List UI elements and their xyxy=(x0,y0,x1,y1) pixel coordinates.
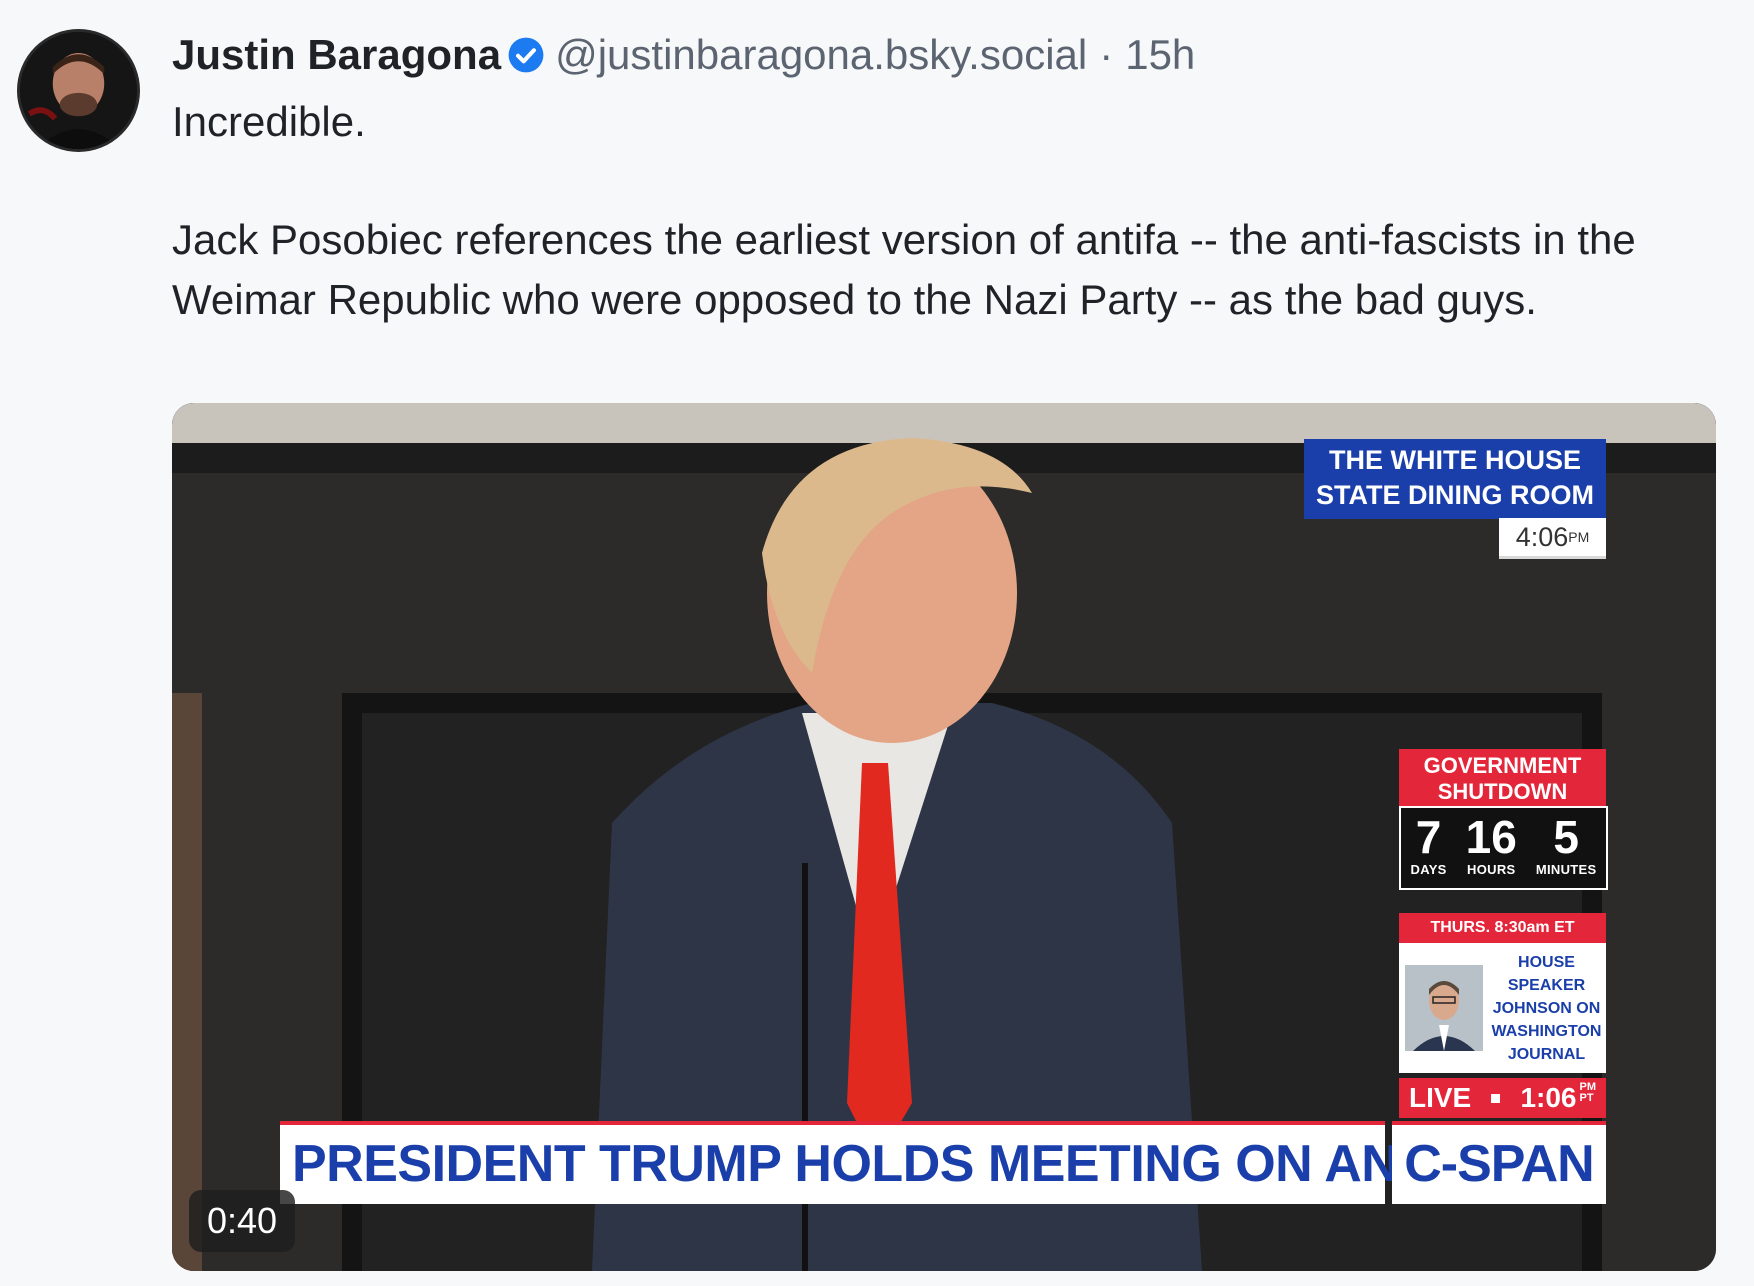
location-line2: STATE DINING ROOM xyxy=(1316,480,1594,510)
schedule-time: THURS. 8:30am ET xyxy=(1399,913,1606,943)
clock-time: 4:06 xyxy=(1515,522,1569,552)
author-name[interactable]: Justin Baragona xyxy=(172,31,501,79)
countdown-days: 7 DAYS xyxy=(1411,808,1447,878)
schedule-card: HOUSE SPEAKER JOHNSON ON WASHINGTON JOUR… xyxy=(1399,943,1606,1073)
minutes-value: 5 xyxy=(1553,811,1579,863)
live-label: LIVE xyxy=(1409,1082,1472,1113)
live-time-group: 1:06 PM PT xyxy=(1520,1082,1596,1114)
countdown-hours: 16 HOURS xyxy=(1466,808,1517,878)
location-banner: THE WHITE HOUSE STATE DINING ROOM xyxy=(1304,439,1606,519)
guest-photo xyxy=(1405,965,1483,1051)
post-text-line2: Jack Posobiec references the earliest ve… xyxy=(172,216,1636,323)
author-avatar[interactable] xyxy=(17,29,140,152)
post-text-line1: Incredible. xyxy=(172,98,366,145)
days-label: DAYS xyxy=(1410,862,1447,877)
live-dot-icon xyxy=(1491,1093,1501,1103)
location-line1: THE WHITE HOUSE xyxy=(1328,445,1581,475)
post-header: Justin Baragona @justinbaragona.bsky.soc… xyxy=(172,31,1195,79)
countdown-minutes: 5 MINUTES xyxy=(1536,808,1597,878)
live-indicator: LIVE 1:06 PM PT xyxy=(1399,1078,1606,1118)
video-player[interactable]: THE WHITE HOUSE STATE DINING ROOM 4:06PM… xyxy=(172,403,1716,1271)
schedule-line4: WASHINGTON xyxy=(1491,1022,1602,1040)
clock-suffix: PM xyxy=(1568,529,1590,545)
shutdown-countdown: 7 DAYS 16 HOURS 5 MINUTES xyxy=(1399,806,1608,890)
minutes-label: MINUTES xyxy=(1535,862,1597,877)
schedule-line3: JOHNSON ON xyxy=(1492,999,1601,1017)
hours-value: 16 xyxy=(1465,811,1517,863)
avatar-portrait xyxy=(20,32,137,149)
schedule-line2: SPEAKER xyxy=(1507,976,1586,994)
post-timestamp[interactable]: 15h xyxy=(1125,31,1195,79)
live-time: 1:06 xyxy=(1520,1082,1577,1113)
shutdown-line1: GOVERNMENT xyxy=(1423,753,1582,778)
video-duration: 0:40 xyxy=(189,1190,296,1252)
hours-label: HOURS xyxy=(1467,862,1516,877)
live-tz2: PT xyxy=(1579,1092,1594,1104)
header-separator: · xyxy=(1099,31,1114,78)
shutdown-line2: SHUTDOWN xyxy=(1437,779,1568,804)
live-timezone: PM PT xyxy=(1580,1082,1597,1104)
headline-chyron: PRESIDENT TRUMP HOLDS MEETING ON ANTIFA xyxy=(280,1121,1510,1204)
author-handle[interactable]: @justinbaragona.bsky.social xyxy=(555,31,1087,79)
schedule-line1: HOUSE xyxy=(1518,953,1575,971)
verified-badge-icon xyxy=(507,36,545,74)
schedule-line5: JOURNAL xyxy=(1507,1045,1586,1063)
shutdown-header: GOVERNMENT SHUTDOWN xyxy=(1399,749,1606,808)
days-value: 7 xyxy=(1415,811,1442,863)
broadcast-clock: 4:06PM xyxy=(1499,518,1606,559)
schedule-program: HOUSE SPEAKER JOHNSON ON WASHINGTON JOUR… xyxy=(1483,951,1606,1066)
post-body: Incredible. Jack Posobiec references the… xyxy=(172,92,1692,330)
cspan-logo: C-SPAN xyxy=(1392,1121,1606,1204)
